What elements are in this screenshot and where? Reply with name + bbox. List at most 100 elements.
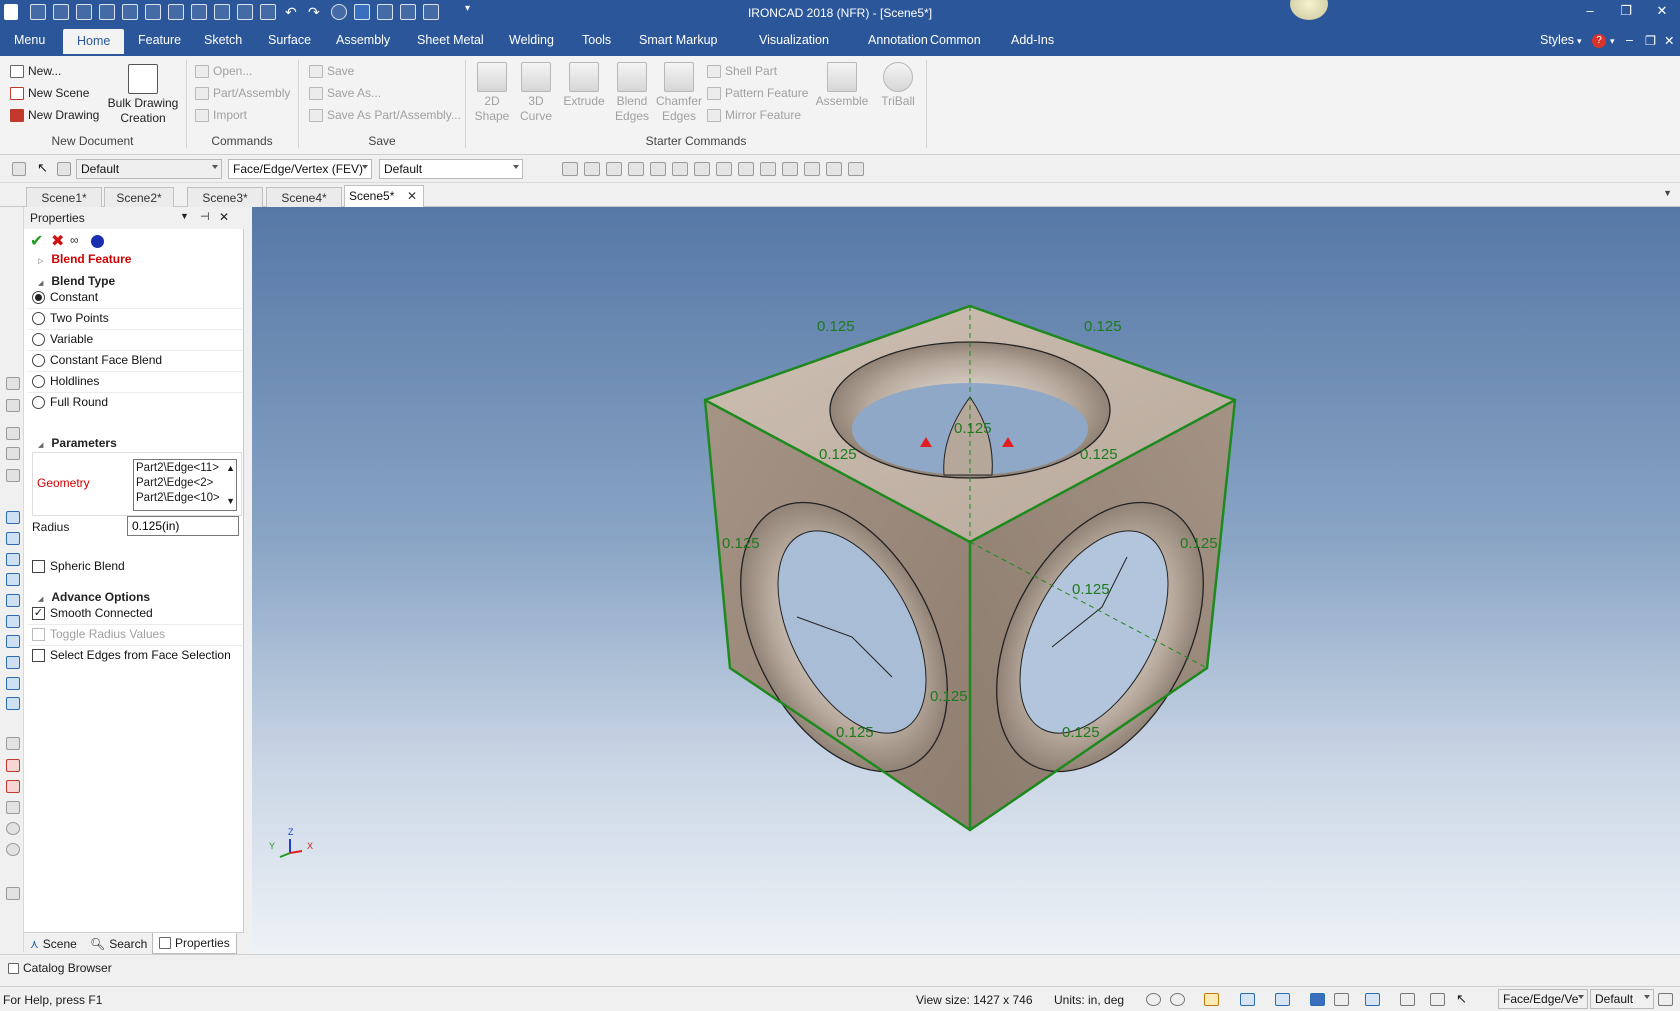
dimension-label[interactable]: 0.125: [1084, 318, 1122, 335]
open-button[interactable]: Open...: [195, 64, 252, 78]
import-button[interactable]: Import: [195, 108, 247, 122]
tab-scene1[interactable]: Scene1*: [26, 187, 102, 207]
rotate-icon[interactable]: [6, 843, 20, 856]
tab-scene4[interactable]: Scene4*: [266, 187, 342, 207]
radius-input[interactable]: [127, 516, 239, 536]
view-tool-icon[interactable]: [584, 162, 600, 176]
menu-tab-smart-markup[interactable]: Smart Markup: [639, 33, 718, 47]
scene-style-combo[interactable]: Default: [379, 159, 523, 179]
extrude-button[interactable]: Extrude: [561, 62, 607, 109]
color-icon[interactable]: [91, 235, 104, 248]
close-tab-icon[interactable]: ✕: [407, 189, 417, 203]
help-dropdown-icon[interactable]: ▾: [1610, 36, 1615, 47]
zoom-window-icon[interactable]: [1170, 993, 1185, 1006]
menu-tab-home[interactable]: Home: [63, 29, 125, 54]
save-as-part-button[interactable]: Save As Part/Assembly...: [309, 108, 461, 122]
scroll-up-icon[interactable]: ▲: [226, 463, 235, 473]
apply-icon[interactable]: ✔: [30, 231, 43, 251]
view-cube-icon[interactable]: [6, 553, 20, 566]
blend-type-header[interactable]: ◢ Blend Type: [38, 274, 115, 288]
dimension-label[interactable]: 0.125: [817, 318, 855, 335]
dimension-label[interactable]: 0.125: [1072, 581, 1110, 598]
new-drawing-button[interactable]: New Drawing: [10, 108, 99, 122]
view-tool-icon[interactable]: [650, 162, 666, 176]
styles-menu[interactable]: Styles: [1540, 33, 1574, 47]
blend-type-full-round[interactable]: Full Round: [32, 395, 108, 409]
frame-icon[interactable]: [1365, 993, 1380, 1006]
tool-icon[interactable]: [6, 469, 20, 482]
rotate-icon[interactable]: [6, 822, 20, 835]
smooth-connected-checkbox[interactable]: ✓ Smooth Connected: [32, 606, 153, 620]
restore-icon[interactable]: ❐: [1612, 3, 1640, 19]
select-edges-checkbox[interactable]: Select Edges from Face Selection: [32, 648, 231, 662]
save-button[interactable]: Save: [309, 64, 354, 78]
view-tool-icon[interactable]: [694, 162, 710, 176]
menu-tab-feature[interactable]: Feature: [138, 33, 181, 47]
annotation-icon[interactable]: [6, 759, 20, 772]
menu-tab-sketch[interactable]: Sketch: [204, 33, 242, 47]
view-tool-icon[interactable]: [826, 162, 842, 176]
styles-dropdown-icon[interactable]: ▾: [1577, 36, 1582, 47]
view-tool-icon[interactable]: [606, 162, 622, 176]
help-icon[interactable]: ?: [1592, 34, 1606, 48]
cursor-icon[interactable]: ↖: [1456, 991, 1467, 1007]
chamfer-edges-button[interactable]: Chamfer Edges: [654, 62, 704, 124]
blend-type-constant[interactable]: Constant: [32, 290, 98, 304]
view-tool-icon[interactable]: [848, 162, 864, 176]
geometry-item[interactable]: Part2\Edge<11>: [136, 461, 234, 476]
menu-tab-welding[interactable]: Welding: [509, 33, 554, 47]
part-assembly-button[interactable]: Part/Assembly: [195, 86, 290, 100]
zoom-icon[interactable]: [1146, 993, 1161, 1006]
pattern-feature-button[interactable]: Pattern Feature: [707, 86, 808, 100]
blend-edges-button[interactable]: Blend Edges: [610, 62, 654, 124]
dimension-label[interactable]: 0.125: [954, 420, 992, 437]
view-cube-icon[interactable]: [6, 697, 20, 710]
tool-icon[interactable]: [6, 887, 20, 900]
3d-curve-button[interactable]: 3D Curve: [516, 62, 556, 124]
tab-scene-browser[interactable]: ⋏ Scene: [30, 937, 77, 951]
tab-scene3[interactable]: Scene3*: [187, 187, 263, 207]
style-combo[interactable]: Default: [76, 159, 222, 179]
advance-options-header[interactable]: ◢ Advance Options: [38, 590, 150, 604]
select-part-icon[interactable]: [57, 162, 71, 176]
measure-icon[interactable]: [6, 737, 20, 750]
close-panel-icon[interactable]: ✕: [219, 210, 229, 224]
minimize-icon[interactable]: –: [1576, 3, 1604, 18]
menu-tab-menu[interactable]: Menu: [14, 33, 45, 47]
selection-filter-icon[interactable]: [12, 162, 26, 176]
geometry-list[interactable]: Part2\Edge<11> Part2\Edge<2> Part2\Edge<…: [133, 459, 237, 511]
doc-close-icon[interactable]: ✕: [1664, 33, 1674, 48]
blend-type-variable[interactable]: Variable: [32, 332, 93, 346]
geometry-item[interactable]: Part2\Edge<2>: [136, 476, 234, 491]
save-as-button[interactable]: Save As...: [309, 86, 381, 100]
dimension-label[interactable]: 0.125: [819, 446, 857, 463]
3d-viewport[interactable]: 0.125 0.125 0.125 0.125 0.125 0.125 0.12…: [252, 207, 1680, 954]
menu-tab-tools[interactable]: Tools: [582, 33, 611, 47]
annotation-icon[interactable]: [6, 780, 20, 793]
geometry-item[interactable]: Part2\Edge<10>: [136, 491, 234, 506]
menu-tab-surface[interactable]: Surface: [268, 33, 311, 47]
close-icon[interactable]: ✕: [1648, 3, 1676, 19]
pin-icon[interactable]: ⊣: [200, 210, 210, 223]
panel-dropdown-icon[interactable]: ▼: [180, 211, 189, 221]
dimension-label[interactable]: 0.125: [1180, 535, 1218, 552]
assemble-button[interactable]: Assemble: [815, 62, 869, 109]
new-scene-button[interactable]: New Scene: [10, 86, 89, 100]
grid-icon[interactable]: [1658, 993, 1673, 1006]
2d-shape-button[interactable]: 2D Shape: [472, 62, 512, 124]
tab-properties[interactable]: Properties: [152, 933, 237, 954]
selection-mode-combo[interactable]: Face/Edge/Vertex (FEV): [228, 159, 372, 179]
doc-minimize-icon[interactable]: –: [1626, 33, 1633, 47]
blend-type-constant-face[interactable]: Constant Face Blend: [32, 353, 162, 367]
dimension-label[interactable]: 0.125: [1080, 446, 1118, 463]
spheric-blend-checkbox[interactable]: Spheric Blend: [32, 559, 125, 573]
view-cube-icon[interactable]: [6, 573, 20, 586]
feature-header[interactable]: ▷ Blend Feature: [38, 252, 131, 266]
menu-tab-add-ins[interactable]: Add-Ins: [1011, 33, 1054, 47]
dimension-label[interactable]: 0.125: [836, 724, 874, 741]
preview-icon[interactable]: ∞: [70, 233, 79, 247]
tab-scene2[interactable]: Scene2*: [104, 187, 174, 207]
display-icon[interactable]: [1334, 993, 1349, 1006]
cursor-icon[interactable]: ↖: [37, 160, 48, 176]
view-tool-icon[interactable]: [716, 162, 732, 176]
